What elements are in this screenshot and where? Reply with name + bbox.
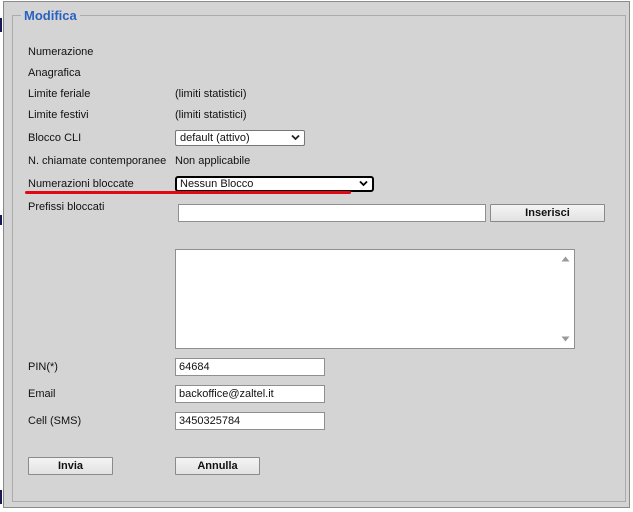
cell-label: Cell (SMS) (28, 415, 82, 427)
blocco-cli-selected: default (attivo) (180, 132, 250, 144)
pin-label: PIN(*) (28, 361, 58, 373)
invia-button[interactable]: Invia (28, 457, 113, 475)
limite-feriale-value: (limiti statistici) (175, 88, 247, 100)
prefisso-input[interactable] (178, 204, 486, 222)
limite-feriale-label: Limite feriale (28, 88, 91, 100)
cell-input[interactable]: 3450325784 (175, 412, 325, 430)
numerazioni-bloccate-selected: Nessun Blocco (180, 178, 254, 190)
scroll-up-icon[interactable] (561, 256, 570, 262)
chevron-down-icon (359, 180, 368, 187)
highlight-underline (25, 191, 351, 194)
numerazione-label: Numerazione (28, 46, 94, 58)
background-page-edge (0, 18, 2, 32)
email-input[interactable]: backoffice@zaltel.it (175, 385, 325, 403)
email-label: Email (28, 388, 56, 400)
background-page-edge (0, 490, 2, 504)
prefissi-list[interactable] (175, 249, 575, 349)
limite-festivi-value: (limiti statistici) (175, 109, 247, 121)
annulla-button[interactable]: Annulla (175, 457, 260, 475)
chiamate-value: Non applicabile (175, 155, 251, 167)
blocco-cli-select[interactable]: default (attivo) (175, 130, 305, 146)
chevron-down-icon (291, 134, 300, 141)
inserisci-button[interactable]: Inserisci (490, 204, 605, 222)
pin-input[interactable]: 64684 (175, 358, 325, 376)
chiamate-label: N. chiamate contemporanee (28, 155, 167, 167)
limite-festivi-label: Limite festivi (28, 109, 89, 121)
blocco-cli-label: Blocco CLI (28, 132, 82, 144)
numerazioni-bloccate-select[interactable]: Nessun Blocco (175, 176, 374, 192)
scroll-down-icon[interactable] (561, 336, 570, 342)
prefissi-label: Prefissi bloccati (28, 201, 105, 213)
anagrafica-label: Anagrafica (28, 67, 81, 79)
fieldset-legend: Modifica (24, 8, 77, 23)
numerazioni-bloccate-label: Numerazioni bloccate (28, 178, 134, 190)
background-page-edge (0, 215, 2, 225)
